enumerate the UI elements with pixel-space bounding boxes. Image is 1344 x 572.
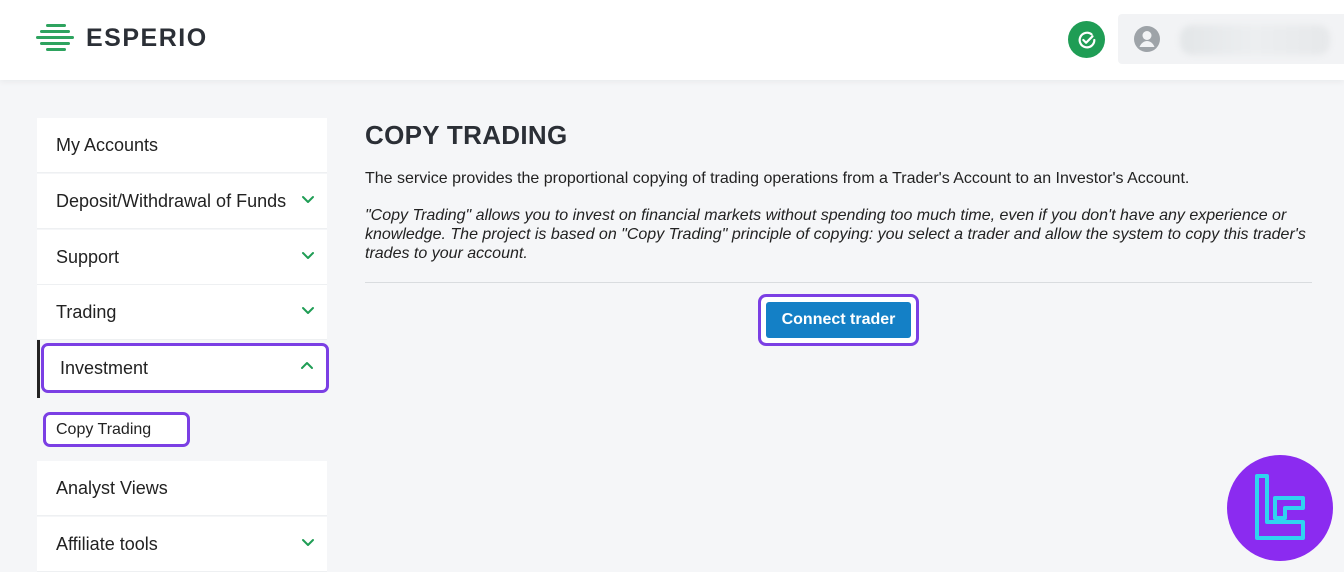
chevron-up-icon [301,362,313,369]
sidebar-item-deposit-withdrawal[interactable]: Deposit/Withdrawal of Funds [37,174,327,229]
chevron-down-icon [302,539,314,546]
check-circle-icon[interactable] [1068,21,1105,58]
chevron-down-icon [302,307,314,314]
user-menu[interactable] [1118,14,1344,64]
chevron-down-icon [302,252,314,259]
connect-trader-highlight: Connect trader [758,294,919,346]
user-name-redacted [1180,25,1330,55]
sidebar-item-label: My Accounts [56,134,159,155]
user-avatar-icon [1132,24,1162,54]
sidebar-item-trading[interactable]: Trading [37,285,327,340]
copy-trading-note: "Copy Trading" allows you to invest on f… [365,207,1306,262]
sidebar: My Accounts Deposit/Withdrawal of Funds … [37,118,329,572]
sidebar-item-my-accounts[interactable]: My Accounts [37,118,327,173]
sidebar-item-affiliate-tools[interactable]: Affiliate tools [37,517,327,572]
submenu-item-copy-trading[interactable]: Copy Trading [43,412,190,447]
brand-logo[interactable]: ESPERIO [36,22,208,54]
sidebar-item-analyst-views[interactable]: Analyst Views [37,461,327,516]
sidebar-item-label: Investment [60,357,149,378]
connect-trader-button[interactable]: Connect trader [766,302,911,338]
sidebar-item-label: Deposit/Withdrawal of Funds [56,190,287,211]
sidebar-item-label: Trading [56,301,117,322]
sidebar-item-support[interactable]: Support [37,230,327,285]
brand-name: ESPERIO [86,23,208,52]
submenu-item-label: Copy Trading [56,420,152,438]
watermark-logo-icon [1227,455,1333,561]
active-indicator [37,340,40,398]
main-content: COPY TRADING The service provides the pr… [365,118,1312,346]
esperio-logo-icon [36,22,76,54]
chevron-down-icon [302,196,314,203]
top-header: ESPERIO [0,0,1344,80]
sidebar-item-investment[interactable]: Investment [41,343,329,393]
sidebar-item-label: Analyst Views [56,477,168,498]
sidebar-item-label: Affiliate tools [56,533,158,554]
page-title: COPY TRADING [365,120,568,150]
divider [365,282,1312,283]
service-description: The service provides the proportional co… [365,170,1190,187]
sidebar-item-label: Support [56,246,120,267]
